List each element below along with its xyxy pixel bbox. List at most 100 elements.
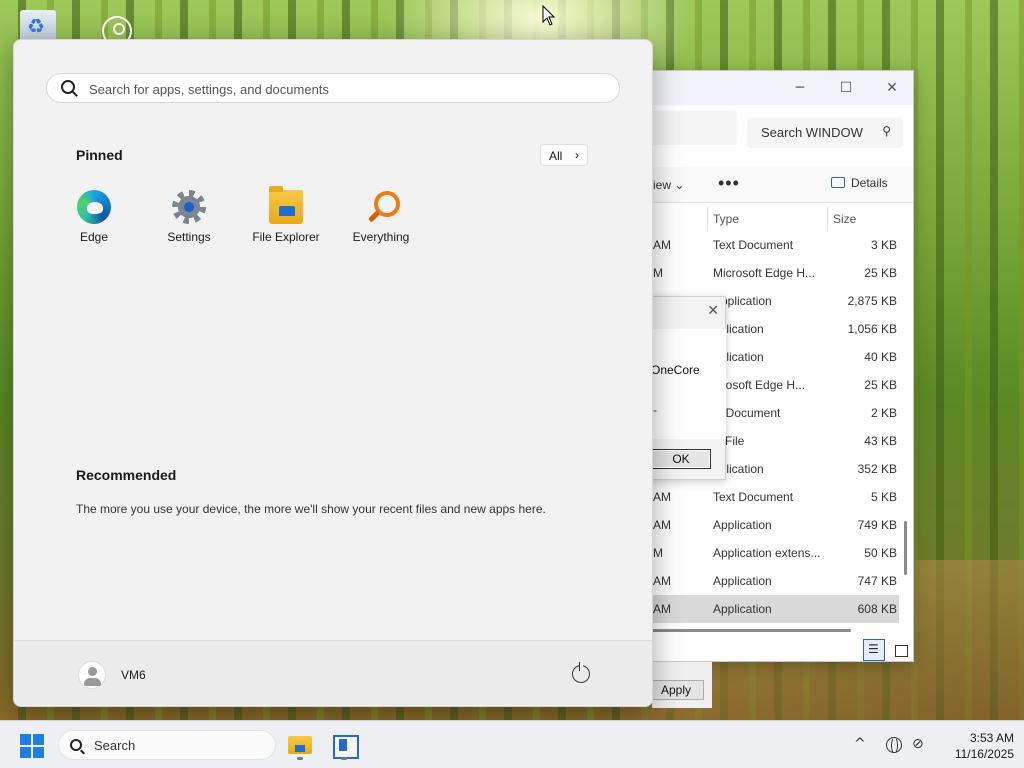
row-modified-cell: AM <box>653 490 671 504</box>
address-bar[interactable] <box>641 111 737 145</box>
row-size-cell: 2 KB <box>870 406 897 420</box>
row-type-cell: Application <box>713 294 772 308</box>
edge-icon <box>77 190 111 224</box>
pinned-app-label: Edge <box>79 230 109 244</box>
row-size-cell: 749 KB <box>857 518 897 532</box>
taskbar-search-box[interactable]: Search <box>58 730 276 760</box>
show-hidden-icons-icon[interactable]: ^ <box>854 736 866 752</box>
row-size-cell: 747 KB <box>857 574 897 588</box>
dialog-dash: - <box>653 403 657 417</box>
row-size-cell: 43 KB <box>864 434 897 448</box>
row-size-cell: 2,875 KB <box>847 294 897 308</box>
minimize-icon[interactable]: ─ <box>789 77 811 99</box>
row-size-cell: 5 KB <box>870 490 897 504</box>
taskbar-file-explorer-icon[interactable] <box>284 730 316 760</box>
row-type-cell: icrosoft Edge H... <box>713 378 806 392</box>
pinned-app-file-explorer[interactable]: File Explorer <box>244 186 328 250</box>
network-icon[interactable]: ⊘ <box>912 736 924 752</box>
pinned-app-label: Everything <box>352 230 410 244</box>
row-type-cell: Microsoft Edge H... <box>713 266 816 280</box>
table-row[interactable]: AM Application 608 KB <box>641 595 899 623</box>
close-icon[interactable]: ✕ <box>707 303 719 319</box>
tiles-view-icon[interactable] <box>889 639 911 661</box>
row-modified-cell: AM <box>653 238 671 252</box>
row-size-cell: 608 KB <box>857 602 897 616</box>
explorer-command-bar: iew ⌄ ••• Details <box>641 167 913 203</box>
all-apps-button[interactable]: All › <box>540 144 588 166</box>
column-separator[interactable] <box>707 207 708 231</box>
windows-start-icon[interactable] <box>20 734 44 758</box>
details-pane-icon <box>831 177 845 188</box>
taskbar-search-label: Search <box>94 738 136 753</box>
row-type-cell: Application <box>713 602 772 616</box>
mouse-cursor-icon <box>542 5 556 26</box>
close-icon[interactable]: ✕ <box>881 77 903 99</box>
taskbar-app-icon[interactable] <box>328 730 360 760</box>
table-row[interactable]: AM Text Document 3 KB <box>641 231 899 259</box>
row-size-cell: 50 KB <box>864 546 897 560</box>
pinned-app-edge[interactable]: Edge <box>52 190 136 250</box>
all-apps-label: All <box>549 149 563 163</box>
settings-icon <box>172 190 206 224</box>
pinned-heading: Pinned <box>76 147 123 163</box>
details-view-icon[interactable] <box>863 639 885 661</box>
row-size-cell: 352 KB <box>857 462 897 476</box>
apply-button[interactable]: Apply <box>648 680 704 700</box>
user-name[interactable]: VM6 <box>121 668 146 682</box>
power-icon[interactable] <box>572 662 590 683</box>
horizontal-scrollbar[interactable] <box>641 629 851 632</box>
search-icon <box>70 739 82 751</box>
row-modified-cell: AM <box>653 574 671 588</box>
chevron-down-icon: ⌄ <box>674 178 685 192</box>
row-type-cell: N File <box>713 434 745 448</box>
pinned-app-label: File Explorer <box>252 230 320 244</box>
pinned-app-everything[interactable]: Everything <box>339 190 423 250</box>
more-options-icon[interactable]: ••• <box>718 173 740 194</box>
row-type-cell: pplication <box>713 462 764 476</box>
user-avatar-icon[interactable] <box>78 661 106 689</box>
row-size-cell: 3 KB <box>870 238 897 252</box>
table-row[interactable]: AM Application 749 KB <box>641 511 899 539</box>
start-footer: VM6 <box>14 640 652 706</box>
details-pane-button[interactable]: Details <box>831 176 888 190</box>
column-size-header[interactable]: Size <box>833 212 856 226</box>
row-modified-cell: AM <box>653 602 671 616</box>
row-size-cell: 1,056 KB <box>847 322 897 336</box>
column-separator[interactable] <box>827 207 828 231</box>
start-search-input[interactable] <box>89 79 609 99</box>
start-search-box[interactable] <box>46 73 620 103</box>
table-row[interactable]: AM Text Document 5 KB <box>641 483 899 511</box>
row-modified-cell: M <box>653 266 663 280</box>
row-type-cell: Application extens... <box>713 546 821 560</box>
explorer-search-input[interactable]: Search WINDOW ⚲ <box>747 118 903 148</box>
recommended-heading: Recommended <box>76 467 177 483</box>
folder-icon <box>269 186 303 224</box>
column-type-header[interactable]: Type <box>713 212 739 226</box>
row-type-cell: Text Document <box>713 238 794 252</box>
explorer-titlebar[interactable]: ─ ☐ ✕ <box>641 71 913 105</box>
vertical-scrollbar[interactable] <box>904 521 907 575</box>
search-icon: ⚲ <box>882 124 891 138</box>
row-size-cell: 40 KB <box>864 350 897 364</box>
row-modified-cell: AM <box>653 518 671 532</box>
view-label: iew <box>653 178 672 192</box>
maximize-icon[interactable]: ☐ <box>835 77 857 99</box>
taskbar-clock[interactable]: 3:53 AM 11/16/2025 <box>936 730 1014 762</box>
row-type-cell: Application <box>713 518 772 532</box>
table-row[interactable]: M Microsoft Edge H... 25 KB <box>641 259 899 287</box>
row-type-cell: Application <box>713 574 772 588</box>
table-row[interactable]: AM Application 747 KB <box>641 567 899 595</box>
row-type-cell: xt Document <box>713 406 781 420</box>
row-type-cell: pplication <box>713 322 764 336</box>
view-menu-button[interactable]: iew ⌄ <box>653 178 684 192</box>
ok-button[interactable]: OK <box>651 449 711 469</box>
pinned-app-settings[interactable]: Settings <box>147 190 231 250</box>
start-menu: Pinned All › Edge Settings File Explorer… <box>13 39 653 707</box>
row-type-cell: Text Document <box>713 490 794 504</box>
recommended-empty-text: The more you use your device, the more w… <box>76 502 546 516</box>
language-globe-icon[interactable] <box>886 737 902 754</box>
row-type-cell: pplication <box>713 350 764 364</box>
row-size-cell: 25 KB <box>864 266 897 280</box>
table-row[interactable]: M Application extens... 50 KB <box>641 539 899 567</box>
pinned-app-label: Settings <box>167 230 211 244</box>
